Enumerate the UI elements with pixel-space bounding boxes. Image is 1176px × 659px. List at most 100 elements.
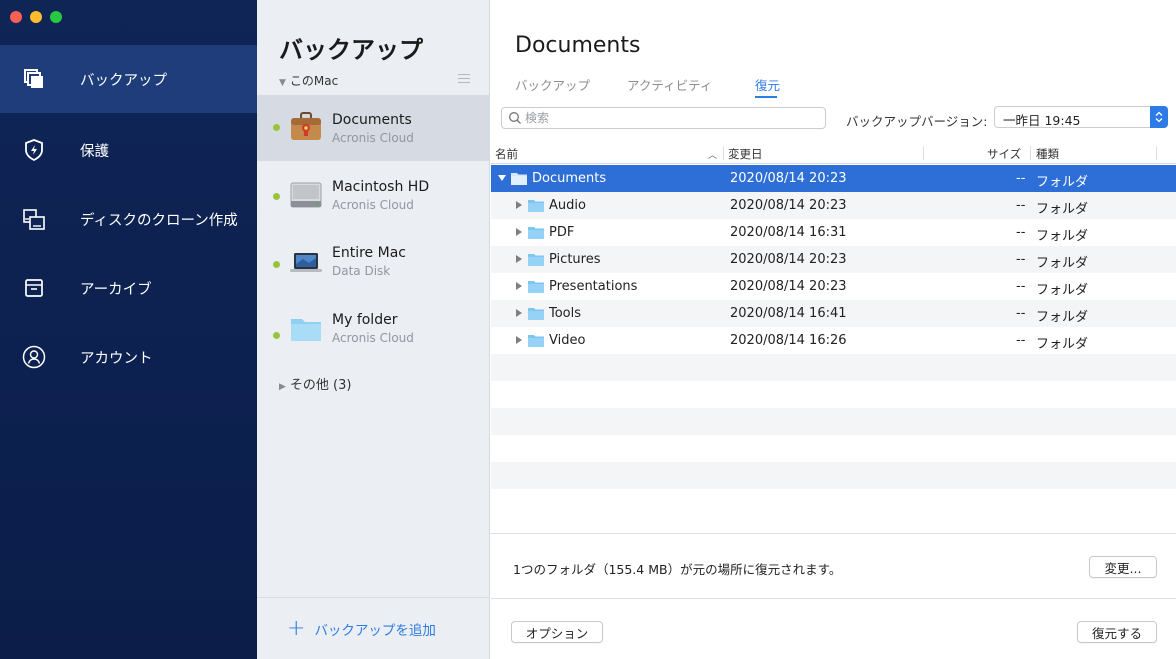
- sidebar-item-protection[interactable]: 保護: [0, 116, 257, 184]
- hard-drive-icon: [289, 179, 323, 209]
- status-dot: [273, 124, 280, 131]
- others-group[interactable]: ▶ その他 (3): [279, 374, 351, 393]
- sidebar-item-account[interactable]: アカウント: [0, 323, 257, 391]
- page-title: Documents: [515, 33, 641, 58]
- search-box[interactable]: [501, 107, 826, 129]
- backup-list-panel: バックアップ ▼ このMac Documents Acronis Cloud M…: [257, 0, 490, 659]
- disclosure-right-icon[interactable]: [514, 281, 524, 291]
- folder-icon: [528, 200, 544, 212]
- backup-list-footer: + バックアップを追加: [257, 597, 490, 659]
- column-header-kind[interactable]: 種類: [1036, 146, 1059, 162]
- row-modified: 2020/08/14 20:23: [730, 279, 847, 294]
- folder-icon: [528, 335, 544, 347]
- sidebar-item-archive[interactable]: アーカイブ: [0, 254, 257, 322]
- row-modified: 2020/08/14 16:26: [730, 333, 847, 348]
- folder-icon: [289, 314, 323, 344]
- status-dot: [273, 261, 280, 268]
- restore-summary: 1つのフォルダ（155.4 MB）が元の場所に復元されます。 変更...: [491, 533, 1176, 598]
- backup-icon: [22, 67, 46, 91]
- window-close-button[interactable]: [10, 11, 22, 23]
- sidebar-item-label: ディスクのクローン作成: [80, 212, 238, 229]
- select-stepper-icon[interactable]: [1150, 106, 1168, 128]
- window-minimize-button[interactable]: [30, 11, 42, 23]
- table-row[interactable]: Pictures 2020/08/14 20:23 -- フォルダ: [491, 246, 1176, 273]
- backup-list-title: バックアップ: [279, 36, 423, 64]
- sidebar: バックアップ 保護 ディスクのクローン作成 アーカイブ アカウント: [0, 0, 257, 659]
- tab-backup[interactable]: バックアップ: [515, 75, 590, 94]
- table-row[interactable]: Documents 2020/08/14 20:23 -- フォルダ: [491, 165, 1176, 192]
- disclosure-right-icon[interactable]: [514, 200, 524, 210]
- summary-text: 1つのフォルダ（155.4 MB）が元の場所に復元されます。: [513, 562, 842, 577]
- version-value: 一昨日 19:45: [1003, 113, 1081, 128]
- disclosure-right-icon[interactable]: [514, 308, 524, 318]
- backup-item-entire-mac[interactable]: Entire Mac Data Disk: [257, 232, 490, 298]
- options-button[interactable]: オプション: [511, 621, 603, 643]
- table-row[interactable]: Presentations 2020/08/14 20:23 -- フォルダ: [491, 273, 1176, 300]
- backup-name: Documents: [332, 112, 412, 128]
- column-separator: [723, 146, 724, 160]
- row-kind: フォルダ: [1036, 337, 1089, 352]
- account-icon: [22, 345, 46, 369]
- laptop-icon: [289, 250, 323, 280]
- disclosure-down-icon[interactable]: [497, 173, 507, 183]
- disclosure-right-icon: ▶: [279, 382, 286, 392]
- table-header: 名前 ︿ 変更日 サイズ 種類: [491, 142, 1176, 164]
- tab-activity[interactable]: アクティビティ: [627, 75, 712, 94]
- restore-button[interactable]: 復元する: [1077, 621, 1157, 643]
- row-name: Pictures: [549, 252, 601, 267]
- backup-name: Entire Mac: [332, 245, 406, 261]
- backup-location: Acronis Cloud: [332, 131, 414, 145]
- archive-icon: [22, 276, 46, 300]
- group-menu-icon[interactable]: [458, 74, 470, 86]
- table-row[interactable]: Video 2020/08/14 16:26 -- フォルダ: [491, 327, 1176, 354]
- change-button[interactable]: 変更...: [1089, 556, 1157, 578]
- table-row[interactable]: Tools 2020/08/14 16:41 -- フォルダ: [491, 300, 1176, 327]
- column-header-name[interactable]: 名前: [495, 146, 518, 162]
- sidebar-item-label: アカウント: [80, 350, 153, 367]
- table-row[interactable]: PDF 2020/08/14 16:31 -- フォルダ: [491, 219, 1176, 246]
- search-input[interactable]: [525, 111, 815, 125]
- empty-row: [491, 489, 1176, 516]
- row-modified: 2020/08/14 20:23: [730, 171, 847, 186]
- sidebar-item-label: アーカイブ: [80, 281, 152, 298]
- shield-icon: [22, 138, 46, 162]
- empty-row: [491, 354, 1176, 381]
- row-kind: フォルダ: [1036, 229, 1089, 244]
- row-size: --: [1016, 171, 1026, 186]
- row-name: Tools: [549, 306, 582, 321]
- add-backup-button[interactable]: + バックアップを追加: [287, 618, 436, 640]
- sidebar-item-label: 保護: [80, 143, 109, 160]
- empty-row: [491, 381, 1176, 408]
- empty-row: [491, 408, 1176, 435]
- disclosure-right-icon[interactable]: [514, 227, 524, 237]
- disclosure-right-icon[interactable]: [514, 254, 524, 264]
- others-label: その他 (3): [289, 378, 352, 393]
- this-mac-group[interactable]: ▼ このMac: [279, 72, 338, 89]
- tab-restore[interactable]: 復元: [755, 75, 780, 94]
- bottom-bar: オプション 復元する: [491, 598, 1176, 659]
- row-size: --: [1016, 198, 1026, 213]
- backup-item-macintosh-hd[interactable]: Macintosh HD Acronis Cloud: [257, 163, 490, 229]
- table-row[interactable]: Audio 2020/08/14 20:23 -- フォルダ: [491, 192, 1176, 219]
- backup-item-documents[interactable]: Documents Acronis Cloud: [257, 95, 490, 161]
- version-select[interactable]: 一昨日 19:45: [994, 106, 1168, 128]
- row-name: Audio: [549, 198, 586, 213]
- backup-name: Macintosh HD: [332, 179, 430, 195]
- folder-icon: [528, 227, 544, 239]
- status-dot: [273, 193, 280, 200]
- row-kind: フォルダ: [1036, 202, 1089, 217]
- window-zoom-button[interactable]: [50, 11, 62, 23]
- sidebar-item-disk-clone[interactable]: ディスクのクローン作成: [0, 185, 257, 253]
- disk-clone-icon: [22, 207, 46, 231]
- disclosure-right-icon[interactable]: [514, 335, 524, 345]
- row-name: Video: [549, 333, 586, 348]
- row-kind: フォルダ: [1036, 310, 1089, 325]
- group-label: このMac: [289, 74, 339, 88]
- backup-item-my-folder[interactable]: My folder Acronis Cloud: [257, 300, 490, 366]
- column-header-size[interactable]: サイズ: [987, 146, 1021, 162]
- column-separator: [1030, 146, 1031, 160]
- search-icon: [509, 112, 521, 124]
- sidebar-item-backup[interactable]: バックアップ: [0, 45, 257, 113]
- column-header-modified[interactable]: 変更日: [728, 146, 763, 162]
- file-table: Documents 2020/08/14 20:23 -- フォルダ Audio…: [491, 165, 1176, 516]
